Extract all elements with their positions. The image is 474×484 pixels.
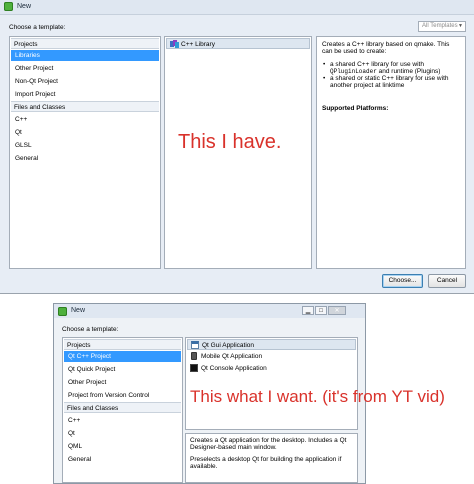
template-label: C++ Library bbox=[181, 41, 215, 48]
description-bullet-1b: and runtime (Plugins) bbox=[378, 68, 441, 75]
section-header-files-classes: Files and Classes bbox=[11, 101, 159, 112]
description-bullet: • a shared or static C++ library for use… bbox=[322, 75, 460, 89]
category-item-glsl[interactable]: GLSL bbox=[11, 140, 159, 151]
choose-template-label: Choose a template: bbox=[62, 326, 119, 333]
description-line-2: Preselects a desktop Qt for building the… bbox=[190, 456, 342, 470]
close-button[interactable]: ✕ bbox=[328, 306, 346, 315]
section-header-projects: Projects bbox=[64, 339, 181, 350]
category-item-general[interactable]: General bbox=[64, 454, 181, 465]
annotation-this-i-have: This I have. bbox=[178, 131, 282, 153]
template-filter-combo[interactable]: All Templates ▼ bbox=[418, 21, 466, 32]
category-item-qt-cpp-project[interactable]: Qt C++ Project bbox=[64, 351, 181, 362]
bullet-icon: • bbox=[323, 61, 326, 68]
phone-icon bbox=[191, 352, 197, 360]
description-line-1: Creates a Qt application for the desktop… bbox=[190, 437, 347, 451]
category-item-cpp[interactable]: C++ bbox=[64, 415, 181, 426]
category-item-libraries[interactable]: Libraries bbox=[11, 50, 159, 61]
maximize-button[interactable]: □ bbox=[315, 306, 327, 315]
template-list: Qt Gui Application Mobile Qt Application… bbox=[185, 337, 358, 430]
template-description: Creates a C++ library based on qmake. Th… bbox=[316, 36, 466, 269]
description-bullet: • a shared C++ library for use with QPlu… bbox=[322, 61, 460, 75]
category-item-qml[interactable]: QML bbox=[64, 441, 181, 452]
qt-creator-app-icon bbox=[58, 307, 67, 316]
description-bullet-1-code: QPluginLoader bbox=[330, 68, 377, 75]
cancel-button[interactable]: Cancel bbox=[428, 274, 466, 288]
description-bullet-2: a shared or static C++ library for use w… bbox=[330, 75, 449, 89]
dialog-title: New bbox=[17, 3, 32, 10]
template-label: Qt Gui Application bbox=[202, 342, 255, 349]
description-intro: Creates a C++ library based on qmake. Th… bbox=[322, 41, 450, 55]
category-item-other-project[interactable]: Other Project bbox=[11, 63, 159, 74]
library-icon bbox=[170, 40, 179, 48]
category-list: Projects Libraries Other Project Non-Qt … bbox=[9, 36, 161, 269]
qt-creator-app-icon bbox=[4, 2, 13, 11]
minimize-icon: ▁ bbox=[305, 308, 311, 314]
combo-value: All Templates bbox=[422, 23, 458, 29]
choose-button[interactable]: Choose... bbox=[382, 274, 423, 288]
section-header-projects: Projects bbox=[11, 38, 159, 49]
title-bar: New ▁ □ ✕ bbox=[54, 304, 365, 318]
category-item-import-project[interactable]: Import Project bbox=[11, 89, 159, 100]
category-item-non-qt-project[interactable]: Non-Qt Project bbox=[11, 76, 159, 87]
category-item-qt-quick-project[interactable]: Qt Quick Project bbox=[64, 364, 181, 375]
category-item-version-control[interactable]: Project from Version Control bbox=[64, 390, 181, 401]
minimize-button[interactable]: ▁ bbox=[302, 306, 314, 315]
annotation-this-what-i-want: This what I want. (it's from YT vid) bbox=[190, 387, 445, 406]
template-item-cpp-library[interactable]: C++ Library bbox=[166, 38, 310, 49]
description-bullet-1a: a shared C++ library for use with bbox=[330, 61, 424, 68]
choose-template-label: Choose a template: bbox=[9, 24, 66, 31]
template-item-qt-gui-application[interactable]: Qt Gui Application bbox=[187, 339, 356, 350]
category-item-qt[interactable]: Qt bbox=[11, 127, 159, 138]
template-item-mobile-qt-application[interactable]: Mobile Qt Application bbox=[187, 351, 356, 362]
category-item-cpp[interactable]: C++ bbox=[11, 114, 159, 125]
template-description: Creates a Qt application for the desktop… bbox=[185, 433, 358, 483]
bullet-icon: • bbox=[323, 75, 326, 82]
section-header-files-classes: Files and Classes bbox=[64, 402, 181, 413]
window-icon bbox=[191, 341, 199, 349]
title-bar: New bbox=[0, 0, 474, 15]
chevron-down-icon: ▼ bbox=[458, 23, 463, 29]
category-item-qt[interactable]: Qt bbox=[64, 428, 181, 439]
category-item-general[interactable]: General bbox=[11, 153, 159, 164]
console-icon bbox=[190, 364, 198, 372]
supported-platforms-label: Supported Platforms: bbox=[322, 105, 389, 112]
template-label: Mobile Qt Application bbox=[201, 353, 263, 360]
category-list: Projects Qt C++ Project Qt Quick Project… bbox=[62, 337, 183, 483]
dialog-title: New bbox=[71, 307, 86, 314]
close-icon: ✕ bbox=[334, 308, 340, 314]
template-label: Qt Console Application bbox=[201, 365, 267, 372]
category-item-other-project[interactable]: Other Project bbox=[64, 377, 181, 388]
maximize-icon: □ bbox=[319, 308, 323, 314]
template-item-qt-console-application[interactable]: Qt Console Application bbox=[187, 363, 356, 374]
